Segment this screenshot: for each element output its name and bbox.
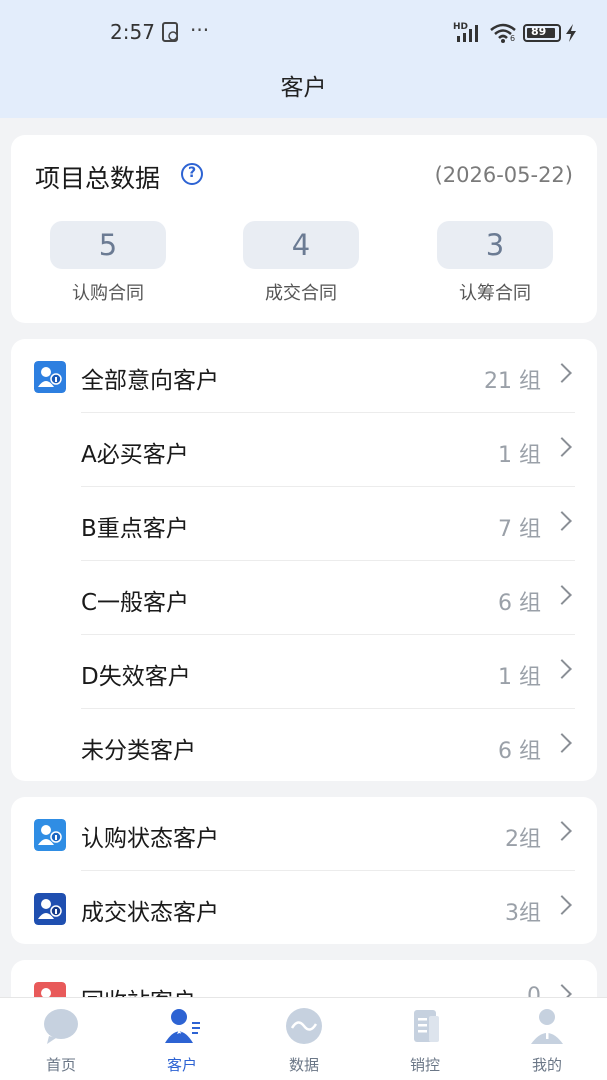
- chevron-right-icon: [552, 363, 572, 383]
- row-count: 6 组: [498, 591, 541, 616]
- chevron-right-icon: [552, 511, 572, 531]
- profile-icon: [531, 1009, 563, 1044]
- wifi-sub-label: 6: [510, 34, 516, 43]
- deal-customer-icon: [34, 893, 66, 925]
- stat-label: 认购合同: [72, 283, 144, 304]
- tab-customers[interactable]: 客户: [132, 1006, 232, 1075]
- row-label: 成交状态客户: [81, 900, 219, 926]
- row-count: 1 组: [498, 665, 541, 690]
- row-label: C一般客户: [81, 590, 190, 616]
- stat-label: 成交合同: [265, 283, 337, 304]
- tab-label: 数据: [288, 1056, 319, 1074]
- project-summary-card: 项目总数据 ? (2026-05-22) 5 认购合同 4 成交合同 3 认筹合…: [11, 135, 597, 323]
- document-icon: [414, 1010, 439, 1042]
- charging-bolt-icon: [566, 24, 576, 42]
- row-count: 6 组: [498, 739, 541, 764]
- app-header: 2:57 ··· HD 6 89 客户: [0, 0, 607, 118]
- tab-label: 销控: [409, 1056, 440, 1074]
- row-subscription-status-customers[interactable]: 认购状态客户 2组: [11, 797, 597, 870]
- row-all-intent-customers[interactable]: 全部意向客户 21 组: [11, 339, 597, 412]
- summary-title: 项目总数据: [35, 164, 161, 193]
- row-label: D失效客户: [81, 664, 191, 690]
- stat-subscription-contracts[interactable]: 5 认购合同: [50, 221, 166, 305]
- stat-value: 5: [50, 221, 166, 269]
- row-count: 21 组: [484, 369, 541, 394]
- row-label: 未分类客户: [81, 738, 196, 764]
- row-label: 全部意向客户: [81, 368, 219, 394]
- row-a-customers[interactable]: A必买客户 1 组: [11, 413, 597, 486]
- tab-data[interactable]: 数据: [254, 1006, 354, 1075]
- tab-sales-control[interactable]: 销控: [375, 1006, 475, 1075]
- row-label: 认购状态客户: [81, 826, 219, 852]
- chevron-right-icon: [552, 733, 572, 753]
- battery-icon: 89: [523, 24, 561, 42]
- customer-group-icon: [34, 361, 66, 393]
- row-label: A必买客户: [81, 442, 189, 468]
- chevron-right-icon: [552, 821, 572, 841]
- stat-value: 3: [437, 221, 553, 269]
- chevron-right-icon: [552, 895, 572, 915]
- row-deal-status-customers[interactable]: 成交状态客户 3组: [11, 871, 597, 944]
- tab-label: 客户: [166, 1056, 197, 1074]
- signal-icon: [457, 25, 478, 42]
- row-unclassified-customers[interactable]: 未分类客户 6 组: [11, 709, 597, 782]
- summary-date: (2026-05-22): [434, 163, 573, 187]
- stat-pledge-contracts[interactable]: 3 认筹合同: [437, 221, 553, 305]
- page-title: 客户: [280, 75, 327, 101]
- status-bar: 2:57 ··· HD 6 89: [0, 0, 607, 66]
- chevron-right-icon: [552, 585, 572, 605]
- stat-value: 4: [243, 221, 359, 269]
- row-label: B重点客户: [81, 516, 189, 542]
- row-count: 7 组: [498, 517, 541, 542]
- row-count: 1 组: [498, 443, 541, 468]
- intent-customers-card: 全部意向客户 21 组 A必买客户 1 组 B重点客户 7 组 C一般客户 6 …: [11, 339, 597, 781]
- tab-home[interactable]: 首页: [11, 1006, 111, 1075]
- status-time: 2:57: [110, 20, 155, 44]
- status-customers-card: 认购状态客户 2组 成交状态客户 3组: [11, 797, 597, 944]
- row-d-customers[interactable]: D失效客户 1 组: [11, 635, 597, 708]
- stat-label: 认筹合同: [459, 283, 531, 304]
- row-b-customers[interactable]: B重点客户 7 组: [11, 487, 597, 560]
- row-c-customers[interactable]: C一般客户 6 组: [11, 561, 597, 634]
- chevron-right-icon: [552, 659, 572, 679]
- subscription-customer-icon: [34, 819, 66, 851]
- row-count: 2组: [505, 827, 541, 852]
- tab-label: 首页: [45, 1056, 76, 1074]
- chevron-right-icon: [552, 437, 572, 457]
- more-dots-icon: ···: [190, 18, 210, 42]
- tab-label: 我的: [531, 1056, 562, 1074]
- row-count: 3组: [505, 901, 541, 926]
- customer-icon: [165, 1009, 200, 1043]
- tab-mine[interactable]: 我的: [497, 1006, 597, 1075]
- battery-level: 89: [531, 25, 547, 38]
- sim-card-icon: [162, 22, 178, 42]
- bottom-tab-bar: 首页 客户 数据 销控 我的: [0, 997, 607, 1080]
- chat-bubble-icon: [44, 1009, 78, 1044]
- help-icon[interactable]: ?: [181, 163, 203, 185]
- stat-deal-contracts[interactable]: 4 成交合同: [243, 221, 359, 305]
- wave-chart-icon: [286, 1008, 322, 1044]
